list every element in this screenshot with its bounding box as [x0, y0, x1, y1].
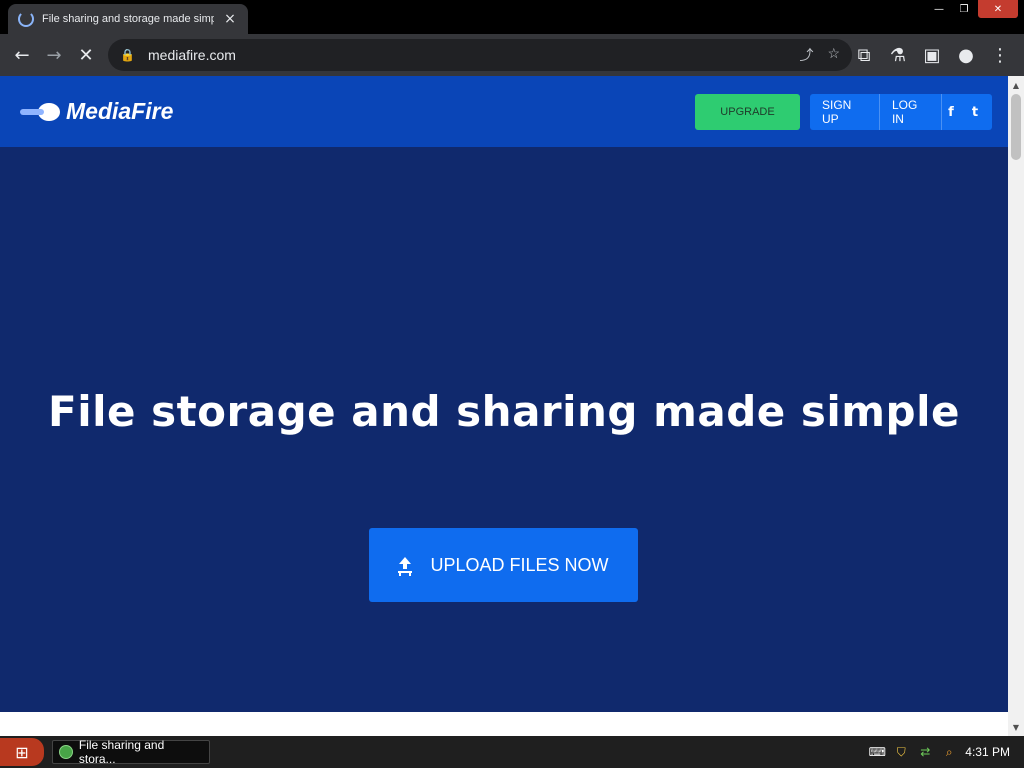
tab-title: File sharing and storage made simple	[42, 13, 214, 25]
scrollbar-thumb[interactable]	[1011, 94, 1021, 160]
taskbar-item-label: File sharing and stora...	[78, 738, 165, 766]
start-button[interactable]: ⊞	[0, 738, 44, 766]
system-tray: ⌨ ⛉ ⇄ ⌕ 4:31 PM	[855, 736, 1024, 768]
hero-title: File storage and sharing made simple	[48, 387, 960, 436]
upload-files-button[interactable]: UPLOAD FILES NOW	[369, 528, 638, 602]
side-panel-icon[interactable]: ▣	[916, 39, 948, 71]
upload-files-label: UPLOAD FILES NOW	[430, 554, 609, 575]
address-bar-url[interactable]: mediafire.com	[148, 47, 799, 63]
labs-flask-icon[interactable]: ⚗	[882, 39, 914, 71]
os-taskbar: ⊞ File sharing and stora... ⌨ ⛉ ⇄ ⌕ 4:31…	[0, 736, 1024, 768]
scroll-down-arrow-icon[interactable]: ▼	[1008, 720, 1024, 734]
forward-arrow-icon[interactable]: →	[38, 39, 70, 71]
log-in-link[interactable]: LOG IN	[880, 94, 942, 130]
profile-avatar-icon[interactable]: ●	[950, 39, 982, 71]
account-nav: SIGN UP LOG IN f t	[810, 94, 992, 130]
tab-close-icon[interactable]: ×	[222, 11, 238, 27]
scroll-up-arrow-icon[interactable]: ▲	[1008, 78, 1024, 92]
window-minimize-button[interactable]: —	[928, 0, 950, 18]
sign-up-link[interactable]: SIGN UP	[810, 94, 880, 130]
bookmark-star-icon[interactable]: ☆	[827, 45, 840, 65]
social-links: f t	[942, 103, 992, 121]
back-arrow-icon[interactable]: ←	[6, 39, 38, 71]
facebook-icon[interactable]: f	[942, 103, 960, 121]
lock-icon[interactable]: 🔒	[120, 48, 138, 62]
loading-spinner-icon	[18, 11, 34, 27]
browser-titlebar: File sharing and storage made simple × —…	[0, 0, 1024, 34]
clock-time[interactable]: 4:31 PM	[965, 745, 1010, 759]
twitter-icon[interactable]: t	[966, 103, 984, 121]
extensions-puzzle-icon[interactable]: ⧉	[848, 39, 880, 71]
security-shield-icon[interactable]: ⛉	[893, 744, 909, 760]
site-header: MediaFire UPGRADE SIGN UP LOG IN f t	[0, 76, 1008, 147]
browser-toolbar: ← → ✕ 🔒 mediafire.com ⤴ ☆ ⧉ ⚗ ▣ ● ⋮	[0, 34, 1024, 76]
keyboard-icon[interactable]: ⌨	[869, 744, 886, 760]
address-bar[interactable]: 🔒 mediafire.com ⤴ ☆	[108, 39, 852, 71]
webpage: MediaFire UPGRADE SIGN UP LOG IN f t Fil…	[0, 76, 1008, 736]
browser-menu-icon[interactable]: ⋮	[984, 39, 1016, 71]
hero-section: File storage and sharing made simple UPL…	[0, 147, 1008, 712]
window-restore-button[interactable]: ❐	[953, 0, 975, 18]
search-icon[interactable]: ⌕	[941, 744, 957, 760]
network-icon[interactable]: ⇄	[917, 744, 933, 760]
page-scrollbar[interactable]: ▲ ▼	[1008, 76, 1024, 736]
stop-loading-icon[interactable]: ✕	[70, 39, 102, 71]
mediafire-logo-icon	[20, 101, 60, 123]
share-icon[interactable]: ⤴	[799, 45, 813, 65]
browser-tab[interactable]: File sharing and storage made simple ×	[8, 4, 248, 34]
page-below-hero	[0, 712, 1008, 736]
logo-text: MediaFire	[66, 98, 174, 124]
upload-icon	[398, 557, 413, 573]
upgrade-button[interactable]: UPGRADE	[695, 94, 800, 130]
mediafire-logo[interactable]: MediaFire	[20, 98, 173, 125]
browser-app-icon	[59, 745, 73, 759]
taskbar-browser-item[interactable]: File sharing and stora...	[52, 738, 210, 766]
window-close-button[interactable]: ✕	[978, 0, 1018, 18]
